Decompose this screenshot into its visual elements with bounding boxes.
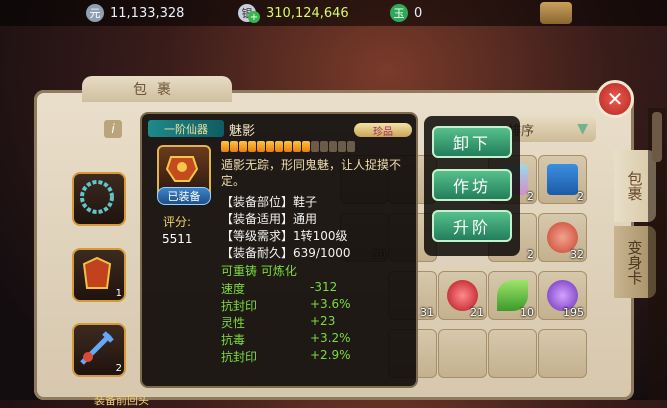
stat-value: +2.9%: [310, 348, 351, 362]
bag-cell[interactable]: [538, 329, 587, 378]
scrollbar-thumb[interactable]: [652, 112, 662, 162]
rarity-badge: 珍品: [354, 123, 412, 138]
jade-currency: 玉 0: [390, 3, 422, 23]
star-rating: [221, 141, 355, 152]
stat-name: 抗封印: [221, 299, 258, 313]
ingot-icon: 元: [86, 4, 104, 22]
item-name: 魅影: [229, 124, 256, 139]
stat-name: 抗封印: [221, 350, 258, 364]
star-pip: [302, 141, 310, 152]
info-icon[interactable]: i: [104, 120, 122, 138]
star-pip: [329, 141, 337, 152]
unequip-button[interactable]: 卸下: [432, 126, 512, 158]
add-silver-icon[interactable]: +: [248, 11, 260, 23]
chevron-down-icon: ▼: [577, 121, 588, 137]
equip-slot-necklace[interactable]: [72, 172, 126, 226]
armor-icon: [82, 256, 112, 289]
stat-name: 灵性: [221, 316, 246, 330]
bottom-label: 装备前回头: [94, 394, 149, 407]
star-pip: [347, 141, 355, 152]
star-pip: [284, 141, 292, 152]
star-pip: [248, 141, 256, 152]
score-value: 5511: [162, 232, 193, 246]
stat-name: 速度: [221, 282, 246, 296]
equip-slot-weapon[interactable]: 2: [72, 323, 126, 377]
star-pip: [275, 141, 283, 152]
bag-cell[interactable]: [438, 329, 487, 378]
star-pip: [221, 141, 229, 152]
bag-cell[interactable]: 195: [538, 271, 587, 320]
star-pip: [239, 141, 247, 152]
necklace-icon: [80, 180, 114, 214]
bag-panel-title: 包裹: [82, 76, 232, 102]
upgrade-button[interactable]: 升阶: [432, 210, 512, 242]
star-pip: [293, 141, 301, 152]
stat-value: +3.2%: [310, 331, 351, 345]
book-icon: [547, 164, 578, 195]
star-pip: [257, 141, 265, 152]
close-icon: ✕: [606, 87, 624, 111]
silver-value: 310,124,646: [266, 5, 349, 21]
equipped-badge: 已装备: [157, 187, 211, 205]
workshop-button[interactable]: 作坊: [432, 169, 512, 201]
item-level-line: 【等级需求】1转100级: [221, 229, 348, 243]
ingot-currency: 元 11,133,328: [86, 3, 184, 23]
vip-badge-icon[interactable]: [540, 2, 572, 24]
stat-name: 抗毒: [221, 333, 246, 347]
item-durability-line: 【装备耐久】639/1000: [221, 246, 351, 260]
jade-value: 0: [414, 5, 423, 21]
star-pip: [266, 141, 274, 152]
bag-cell[interactable]: 2: [538, 155, 587, 204]
star-pip: [230, 141, 238, 152]
silver-currency: 银 + 310,124,646: [238, 3, 349, 23]
item-usage-line: 【装备适用】通用: [221, 212, 318, 226]
close-button[interactable]: ✕: [596, 80, 634, 118]
stat-value: +23: [310, 314, 336, 328]
bag-cell[interactable]: 21: [438, 271, 487, 320]
forge-line: 可重铸 可炼化: [221, 264, 297, 278]
weapon-icon: [80, 331, 114, 365]
bag-cell[interactable]: 10: [488, 271, 537, 320]
bag-cell[interactable]: [488, 329, 537, 378]
bag-cell[interactable]: 32: [538, 213, 587, 262]
star-pip: [320, 141, 328, 152]
scrollbar[interactable]: [648, 108, 666, 400]
equip-slot-armor[interactable]: 1: [72, 248, 126, 302]
star-pip: [338, 141, 346, 152]
ingot-value: 11,133,328: [110, 5, 185, 21]
item-grade: 一阶仙器: [148, 120, 224, 137]
jade-icon: 玉: [390, 4, 408, 22]
item-description: 遁影无踪，形同鬼魅，让人捉摸不定。: [221, 158, 402, 188]
stat-value: +3.6%: [310, 297, 351, 311]
stat-value: -312: [310, 280, 338, 294]
score-label: 评分:: [163, 215, 192, 229]
item-slot-line: 【装备部位】鞋子: [221, 195, 318, 209]
star-pip: [311, 141, 319, 152]
